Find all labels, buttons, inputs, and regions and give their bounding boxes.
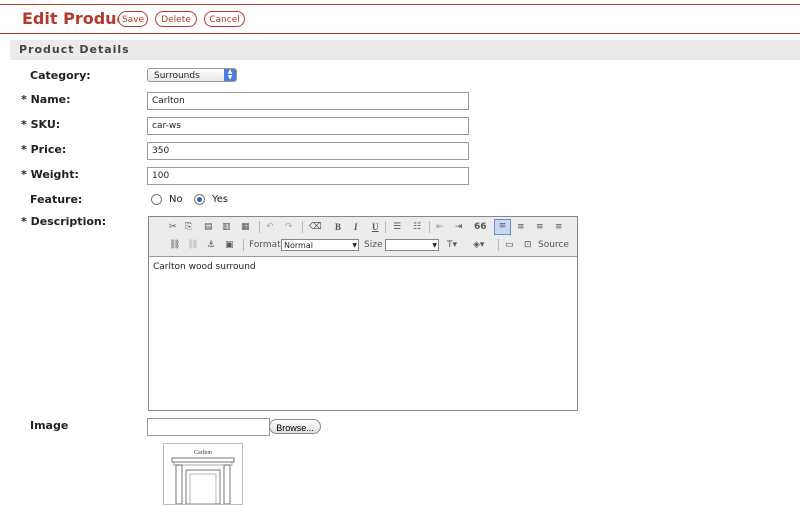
fireplace-surround-drawing: Carlton [171, 450, 235, 505]
toolbar-separator [243, 239, 244, 251]
image-icon[interactable]: ▣ [225, 239, 234, 251]
toolbar-separator [429, 221, 430, 233]
cancel-button[interactable]: Cancel [204, 11, 245, 27]
align-justify-icon[interactable]: ≡ [555, 221, 563, 233]
toolbar-separator [385, 221, 386, 233]
anchor-icon[interactable]: ⚓ [207, 239, 215, 251]
image-file-input[interactable] [147, 418, 270, 436]
outdent-icon[interactable]: ⇤ [436, 221, 444, 233]
redo-icon[interactable]: ↷ [285, 221, 293, 233]
format-label: Format [249, 240, 281, 250]
format-value: Normal [284, 241, 313, 250]
feature-yes-label: Yes [212, 194, 229, 205]
description-label: * Description: [21, 215, 107, 228]
category-value: Surrounds [154, 71, 200, 81]
feature-no-radio[interactable] [151, 194, 162, 205]
category-label: Category: [30, 69, 91, 82]
undo-icon[interactable]: ↶ [266, 221, 274, 233]
editor-toolbar: ✂ ⎘ ▤ ▥ ▦ ↶ ↷ ⌫ B I U ☰ ☷ ⇤ ⇥ 66 ≡ ≡ ≡ ≡… [149, 217, 577, 257]
source-button-label[interactable]: Source [538, 239, 569, 251]
blockquote-icon[interactable]: 66 [474, 221, 487, 233]
size-select[interactable]: ▼ [385, 239, 439, 251]
delete-button[interactable]: Delete [155, 11, 197, 27]
align-center-icon[interactable]: ≡ [517, 221, 525, 233]
sku-label: * SKU: [21, 118, 61, 131]
section-title: Product Details [19, 43, 130, 56]
price-input[interactable]: 350 [147, 142, 469, 160]
eraser-icon[interactable]: ⌫ [309, 221, 322, 233]
show-blocks-icon[interactable]: ▭ [505, 239, 514, 251]
unlink-icon[interactable]: ⛓ [187, 239, 198, 251]
paste-icon[interactable]: ▤ [204, 221, 213, 233]
name-label: * Name: [21, 93, 71, 106]
dropdown-arrow-icon: ▼ [432, 242, 437, 249]
align-left-icon[interactable]: ≡ [494, 219, 511, 235]
section-header: Product Details [10, 40, 800, 60]
page-header: Edit Product Save Delete Cancel [0, 5, 800, 34]
name-input[interactable]: Carlton [147, 92, 469, 110]
paste-text-icon[interactable]: ▥ [222, 221, 231, 233]
paste-word-icon[interactable]: ▦ [241, 221, 250, 233]
feature-yes-radio[interactable] [194, 194, 205, 205]
text-color-icon[interactable]: T▾ [447, 239, 457, 251]
image-label: Image [30, 419, 69, 432]
indent-icon[interactable]: ⇥ [455, 221, 463, 233]
cut-icon[interactable]: ✂ [169, 221, 177, 233]
save-button[interactable]: Save [118, 11, 148, 27]
underline-icon[interactable]: U [372, 221, 379, 233]
background-color-icon[interactable]: ◈▾ [473, 239, 484, 251]
weight-input[interactable]: 100 [147, 167, 469, 185]
price-label: * Price: [21, 143, 67, 156]
toolbar-separator [259, 221, 260, 233]
feature-no-label: No [169, 194, 183, 205]
weight-label: * Weight: [21, 168, 79, 181]
page-title: Edit Product [22, 9, 134, 28]
toolbar-separator [302, 221, 303, 233]
rich-text-editor: ✂ ⎘ ▤ ▥ ▦ ↶ ↷ ⌫ B I U ☰ ☷ ⇤ ⇥ 66 ≡ ≡ ≡ ≡… [148, 216, 578, 411]
editor-content[interactable]: Carlton wood surround [153, 262, 256, 272]
dropdown-arrow-icon: ▼ [352, 242, 357, 249]
numbered-list-icon[interactable]: ☰ [393, 221, 401, 233]
browse-button[interactable]: Browse... [269, 419, 321, 434]
size-label: Size [364, 240, 383, 250]
bulleted-list-icon[interactable]: ☷ [413, 221, 421, 233]
copy-icon[interactable]: ⎘ [185, 221, 192, 233]
feature-label: Feature: [30, 193, 83, 206]
format-select[interactable]: Normal ▼ [281, 239, 359, 251]
toolbar-separator [498, 239, 499, 251]
align-right-icon[interactable]: ≡ [536, 221, 544, 233]
sku-input[interactable]: car-ws [147, 117, 469, 135]
category-select[interactable]: Surrounds ▲ ▼ [147, 68, 237, 82]
italic-icon[interactable]: I [354, 221, 358, 233]
source-icon[interactable]: ⊡ [524, 239, 532, 251]
bold-icon[interactable]: B [335, 221, 341, 233]
thumbnail-caption: Carlton [194, 450, 212, 456]
select-arrows-icon: ▲ ▼ [224, 69, 236, 81]
link-icon[interactable]: ⛓ [169, 239, 180, 251]
